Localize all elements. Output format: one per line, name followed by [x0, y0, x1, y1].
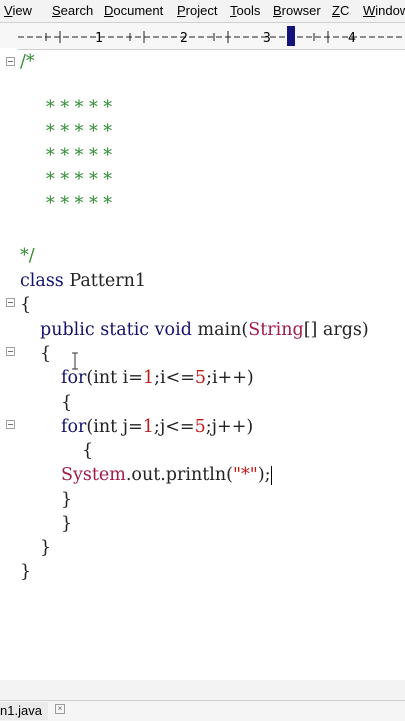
outer-for-init: (int i=	[86, 368, 143, 388]
fold-toggle-comment[interactable]	[6, 57, 15, 66]
inner-for-cond: ;j<=	[153, 417, 195, 437]
ruler-mark-2: 2	[180, 31, 188, 46]
method-brace-close: }	[40, 538, 52, 558]
comment-close: */	[20, 246, 35, 266]
fold-gutter	[0, 48, 18, 680]
document-tabs: n1.java ×	[0, 700, 405, 721]
method-brace-open: {	[40, 344, 52, 364]
ruler-mark-1: 1	[95, 31, 103, 46]
outer-for-limit: 5	[194, 368, 207, 388]
inner-for-keyword: for	[61, 417, 87, 437]
class-keyword: class	[20, 271, 64, 291]
outer-for-loop: for(int i=1;i<=5;i++)	[61, 366, 254, 390]
file-tab[interactable]: n1.java	[0, 702, 48, 720]
menu-search[interactable]: Search	[52, 3, 93, 18]
ruler-mark-3: 3	[263, 31, 271, 46]
outer-for-incr: ;i++)	[206, 368, 254, 388]
outer-for-brace-open: {	[61, 393, 73, 413]
comment-open: /*	[20, 52, 35, 72]
inner-for-brace-close: }	[61, 490, 73, 510]
inner-for-limit: 5	[194, 417, 206, 437]
class-brace-close: }	[20, 562, 32, 582]
class-name: Pattern1	[69, 271, 146, 291]
menu-view[interactable]: View	[4, 3, 32, 18]
inner-for-loop: for(int j=1;j<=5;j++)	[61, 415, 253, 439]
inner-for-brace-open: {	[82, 441, 94, 461]
fold-toggle-inner-for[interactable]	[6, 420, 15, 429]
menu-window[interactable]: Window	[363, 3, 405, 18]
method-declaration: public static void main(String[] args)	[40, 318, 369, 342]
menu-tools[interactable]: Tools	[230, 3, 260, 18]
outer-for-start: 1	[142, 368, 155, 388]
method-param-type: String	[248, 320, 304, 340]
menu-project[interactable]: Project	[177, 3, 217, 18]
pattern-row-5: * * * * *	[46, 194, 113, 214]
menu-browser[interactable]: Browser	[273, 3, 321, 18]
close-tab-icon[interactable]: ×	[55, 704, 65, 714]
method-keywords: public static void	[40, 320, 192, 340]
println-string: "*"	[232, 465, 258, 485]
inner-for-init: (int j=	[86, 417, 143, 437]
outer-for-keyword: for	[61, 368, 87, 388]
ruler-cursor-indicator	[287, 26, 295, 46]
println-end: );	[257, 465, 271, 485]
menu-bar: View Search Document Project Tools Brows…	[0, 0, 405, 22]
method-param-rest: [] args)	[303, 320, 369, 340]
menu-document[interactable]: Document	[104, 3, 163, 18]
pattern-row-4: * * * * *	[46, 170, 113, 190]
inner-for-incr: ;j++)	[205, 417, 254, 437]
class-brace-open: {	[20, 295, 32, 315]
outer-for-cond: ;i<=	[154, 368, 195, 388]
pattern-row-2: * * * * *	[46, 122, 113, 142]
ruler-mark-4: 4	[348, 31, 356, 46]
fold-toggle-method[interactable]	[6, 347, 15, 356]
column-ruler: 1 2 3 4	[0, 22, 405, 50]
file-tab-label: n1.java	[0, 703, 42, 718]
println-statement: System.out.println("*");	[61, 463, 272, 487]
pattern-row-1: * * * * *	[46, 98, 113, 118]
ruler-ticks	[18, 31, 405, 43]
text-caret	[270, 466, 272, 485]
println-class: System	[61, 465, 126, 485]
menu-zc[interactable]: ZC	[332, 3, 349, 18]
method-name: main(	[197, 320, 249, 340]
class-declaration: class Pattern1	[20, 269, 146, 293]
inner-for-start: 1	[142, 417, 154, 437]
println-call: .out.println(	[125, 465, 233, 485]
ibeam-cursor-icon	[72, 352, 78, 370]
horizontal-scrollbar[interactable]	[0, 680, 405, 700]
pattern-row-3: * * * * *	[46, 146, 113, 166]
outer-for-brace-close: }	[61, 514, 73, 534]
fold-toggle-class[interactable]	[6, 298, 15, 307]
